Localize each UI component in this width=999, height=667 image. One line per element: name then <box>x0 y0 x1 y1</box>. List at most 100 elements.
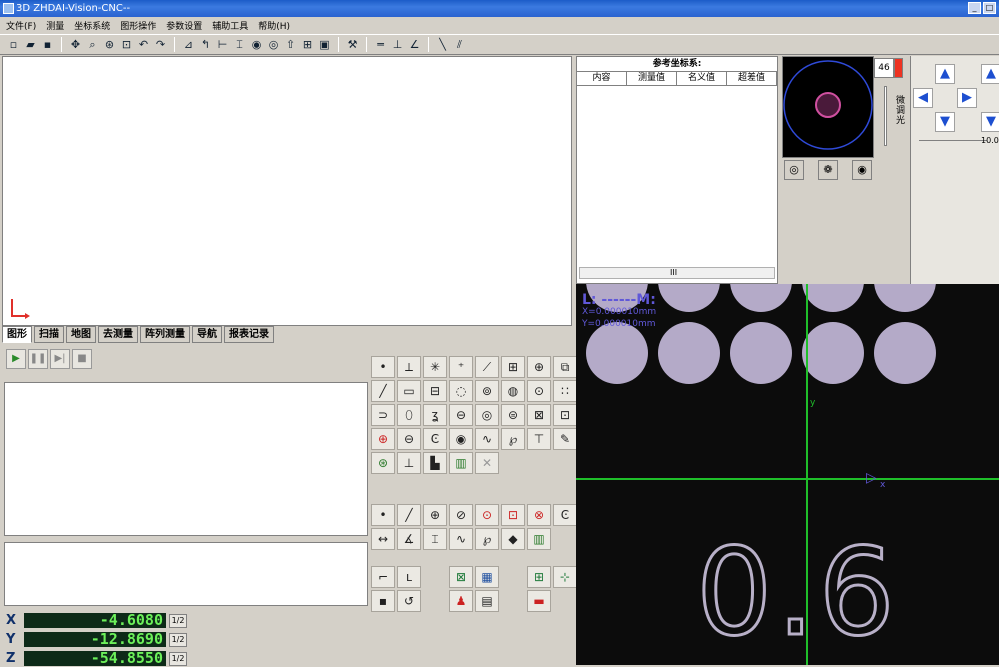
wave-tool-icon[interactable]: ∿ <box>475 428 499 450</box>
excel-tool-icon[interactable]: ⊠ <box>449 566 473 588</box>
minimize-button[interactable]: _ <box>968 2 981 14</box>
dot-construct-icon[interactable]: • <box>371 504 395 526</box>
measure-angle-icon[interactable]: ⊿ <box>181 37 196 52</box>
eye-construct-icon[interactable]: ⊙ <box>475 504 499 526</box>
c-construct-icon[interactable]: Ͼ <box>553 504 577 526</box>
speed-slider[interactable] <box>919 140 987 143</box>
menu-tools[interactable]: 辅助工具 <box>212 19 248 32</box>
program-list[interactable] <box>4 382 368 536</box>
col-content[interactable]: 内容 <box>577 72 627 85</box>
menu-measure[interactable]: 测量 <box>46 19 64 32</box>
height-icon[interactable]: ⌶ <box>232 37 247 52</box>
leaf-construct-icon[interactable]: ℘ <box>475 528 499 550</box>
new-file-icon[interactable]: ▫ <box>6 37 21 52</box>
coord-x-half-button[interactable]: 1/2 <box>169 613 187 628</box>
oval-tool-icon[interactable]: ⊖ <box>449 404 473 426</box>
arc-tool-icon[interactable]: ◌ <box>449 380 473 402</box>
ls-tool-icon[interactable]: ʟ <box>397 566 421 588</box>
focus-tool-icon[interactable]: ⊥ <box>397 452 421 474</box>
tab-scan[interactable]: 扫描 <box>34 326 64 343</box>
menu-graphics[interactable]: 图形操作 <box>120 19 156 32</box>
dots-tool-icon[interactable]: ∷ <box>553 380 577 402</box>
width-construct-icon[interactable]: ↔ <box>371 528 395 550</box>
circle-center-icon[interactable]: ⊙ <box>527 380 551 402</box>
save-tool-icon[interactable]: ▪ <box>371 590 395 612</box>
c-tool-icon[interactable]: Ͼ <box>423 428 447 450</box>
maximize-button[interactable]: □ <box>983 2 996 14</box>
coord-z-half-button[interactable]: 1/2 <box>169 651 187 666</box>
leaf-tool-icon[interactable]: ℘ <box>501 428 525 450</box>
doc-tool-icon[interactable]: ▤ <box>475 590 499 612</box>
col-tolerance[interactable]: 超差值 <box>727 72 777 85</box>
zoom-tool-icon[interactable]: ⊕ <box>527 356 551 378</box>
menu-help[interactable]: 帮助(H) <box>258 19 290 32</box>
angle-icon[interactable]: ∠ <box>407 37 422 52</box>
wave-construct-icon[interactable]: ∿ <box>449 528 473 550</box>
stop-button[interactable]: ■ <box>72 349 92 369</box>
width-icon[interactable]: ⊢ <box>215 37 230 52</box>
pen-tool-icon[interactable]: ✎ <box>553 428 577 450</box>
t-tool-icon[interactable]: ⊤ <box>527 428 551 450</box>
circle-construct-icon[interactable]: ⊕ <box>423 504 447 526</box>
circle-icon[interactable]: ◉ <box>249 37 264 52</box>
camera-preview[interactable] <box>782 56 874 158</box>
point-tool-icon[interactable]: • <box>371 356 395 378</box>
tab-graphics[interactable]: 图形 <box>2 326 32 343</box>
light-gear-icon[interactable]: ❁ <box>818 160 838 180</box>
split-icon[interactable]: ⫽ <box>452 37 467 52</box>
slot-tool-icon[interactable]: ⊟ <box>423 380 447 402</box>
stage-up-icon[interactable]: ▲ <box>935 64 955 84</box>
rgb-tool-icon[interactable]: ▬ <box>527 590 551 612</box>
tab-array-measure[interactable]: 阵列测量 <box>140 326 190 343</box>
battery-tool-icon[interactable]: ▥ <box>449 452 473 474</box>
tab-report[interactable]: 报表记录 <box>224 326 274 343</box>
light-value[interactable]: 46 <box>874 58 894 78</box>
parallel-icon[interactable]: ═ <box>373 37 388 52</box>
cut-tool-icon[interactable]: ⊠ <box>527 404 551 426</box>
plus-bracket-icon[interactable]: ⊹ <box>553 566 577 588</box>
close-tool-icon[interactable]: ✕ <box>475 452 499 474</box>
menu-file[interactable]: 文件(F) <box>6 19 36 32</box>
box-icon[interactable]: ▣ <box>317 37 332 52</box>
spiral-tool-icon[interactable]: ʓ <box>423 404 447 426</box>
plus-tool-icon[interactable]: ⊞ <box>527 566 551 588</box>
circle-multi-icon[interactable]: ◍ <box>501 380 525 402</box>
col-nominal[interactable]: 名义值 <box>677 72 727 85</box>
stage-down-icon[interactable]: ▼ <box>935 112 955 132</box>
origin-tool-icon[interactable]: ⌐ <box>371 566 395 588</box>
angle-tool-icon[interactable]: ⟋ <box>475 356 499 378</box>
angle-construct-icon[interactable]: ∡ <box>397 528 421 550</box>
undo-icon[interactable]: ↶ <box>136 37 151 52</box>
ring-construct-icon[interactable]: ⊗ <box>527 504 551 526</box>
light-ring-icon[interactable]: ◎ <box>784 160 804 180</box>
coord-y-half-button[interactable]: 1/2 <box>169 632 187 647</box>
tab-go-measure[interactable]: 去测量 <box>98 326 138 343</box>
frame-icon[interactable]: ⊞ <box>300 37 315 52</box>
curve-tool-icon[interactable]: ⊃ <box>371 404 395 426</box>
box2-tool-icon[interactable]: ⊡ <box>553 404 577 426</box>
top-icon[interactable]: ⇧ <box>283 37 298 52</box>
perpendicular-icon[interactable]: ⊥ <box>390 37 405 52</box>
pause-button[interactable]: ❚❚ <box>28 349 48 369</box>
refresh-tool-icon[interactable]: ↺ <box>397 590 421 612</box>
arc-construct-icon[interactable]: ⊘ <box>449 504 473 526</box>
graphics-canvas[interactable] <box>2 56 572 326</box>
stage-z-up-icon[interactable]: ▲ <box>981 64 999 84</box>
zoom-window-icon[interactable]: ⌕ <box>85 37 100 52</box>
diamond-construct-icon[interactable]: ◆ <box>501 528 525 550</box>
line-construct-icon[interactable]: ╱ <box>397 504 421 526</box>
zoom-all-icon[interactable]: ⊡ <box>119 37 134 52</box>
col-measured[interactable]: 测量值 <box>627 72 677 85</box>
output-list[interactable] <box>4 542 368 606</box>
donut-tool-icon[interactable]: ◉ <box>449 428 473 450</box>
zoom-fit-icon[interactable]: ⊛ <box>102 37 117 52</box>
red-ring-icon[interactable]: ⊕ <box>371 428 395 450</box>
plus-point-icon[interactable]: ⁺ <box>449 356 473 378</box>
save-icon[interactable]: ▪ <box>40 37 55 52</box>
play-button[interactable]: ▶ <box>6 349 26 369</box>
stage-left-icon[interactable]: ◀ <box>913 88 933 108</box>
image-tool-icon[interactable]: ⧉ <box>553 356 577 378</box>
frame-tool-icon[interactable]: ⊞ <box>501 356 525 378</box>
menu-coordinate[interactable]: 坐标系统 <box>74 19 110 32</box>
height-construct-icon[interactable]: ⌶ <box>423 528 447 550</box>
